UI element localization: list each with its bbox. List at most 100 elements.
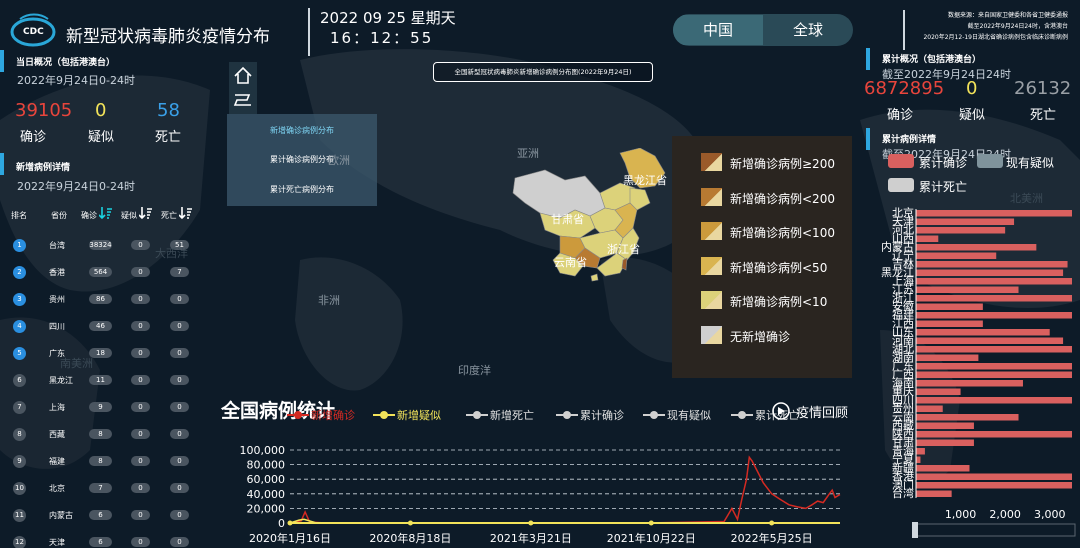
bar[interactable]	[916, 388, 961, 396]
menu-new-confirmed[interactable]: 新增确诊病例分布	[270, 125, 334, 136]
row-province: 黑龙江	[49, 376, 73, 385]
bar[interactable]	[916, 448, 925, 455]
x-tick-label: 2021年3月21日	[490, 531, 572, 545]
row-province: 四川	[49, 322, 65, 331]
legend-line-icon[interactable]	[287, 410, 309, 420]
rank-badge: 4	[13, 320, 26, 333]
bar[interactable]	[916, 261, 1068, 268]
legend-cum-death[interactable]: 累计死亡	[919, 178, 967, 195]
bar[interactable]	[916, 380, 1023, 387]
bar[interactable]	[916, 346, 1072, 353]
cum-death-label: 死亡	[1030, 108, 1057, 123]
legend-cum-confirmed[interactable]: 累计确诊	[919, 154, 967, 171]
col-suspected[interactable]: 疑似	[121, 210, 137, 221]
bar[interactable]	[916, 439, 974, 447]
source-line: 数据来源：来自国家卫健委和各省卫健委通报	[947, 12, 1068, 19]
bar[interactable]	[916, 303, 983, 311]
legend-line-icon[interactable]	[373, 410, 395, 420]
y-tick-label: 20,000	[247, 502, 286, 515]
bar[interactable]	[916, 473, 1072, 481]
replay-button[interactable]: 疫情回顾	[796, 402, 848, 421]
legend-swatch[interactable]	[701, 325, 722, 344]
bar[interactable]	[916, 252, 997, 260]
legend-swatch[interactable]	[977, 154, 1003, 168]
legend-swatch[interactable]	[701, 153, 722, 171]
legend-label[interactable]: 新增确诊病例<200	[730, 190, 835, 207]
axis-marker	[648, 520, 654, 526]
bar[interactable]	[916, 295, 1072, 302]
legend-line-icon[interactable]	[731, 410, 753, 420]
bar[interactable]	[916, 269, 1064, 277]
legend-label[interactable]: 新增确诊病例<100	[730, 224, 835, 241]
province-label: 甘肃省	[551, 213, 584, 226]
legend-suspected[interactable]: 现有疑似	[1006, 154, 1054, 171]
china-map[interactable]	[505, 148, 675, 283]
legend-label[interactable]: 新增确诊病例≥200	[730, 155, 835, 172]
legend-swatch[interactable]	[701, 222, 722, 240]
legend-line-icon[interactable]	[466, 410, 488, 420]
bar[interactable]	[916, 490, 952, 498]
bar[interactable]	[916, 286, 1019, 294]
legend-line-icon[interactable]	[556, 410, 578, 420]
row-death: 0	[170, 402, 189, 412]
bar[interactable]	[916, 363, 1072, 370]
rank-badge: 6	[13, 374, 26, 387]
replay-icon[interactable]	[771, 401, 791, 421]
legend-line-icon[interactable]	[643, 410, 665, 420]
bar[interactable]	[916, 218, 1015, 226]
bar[interactable]	[916, 465, 970, 472]
bar[interactable]	[916, 244, 1037, 251]
legend-swatch[interactable]	[701, 291, 722, 309]
bar[interactable]	[916, 227, 1006, 234]
col-confirmed[interactable]: 确诊	[81, 210, 97, 221]
col-death[interactable]: 死亡	[161, 210, 177, 221]
bar[interactable]	[916, 371, 1072, 379]
legend-label[interactable]: 新增确诊病例<50	[730, 259, 827, 276]
bar[interactable]	[916, 482, 1072, 489]
menu-cum-confirmed[interactable]: 累计确诊病例分布	[270, 154, 334, 165]
home-button[interactable]	[229, 62, 257, 90]
zoom-slider[interactable]	[914, 523, 1076, 537]
row-confirmed: 7	[89, 483, 112, 493]
sort-desc-icon[interactable]	[99, 206, 113, 220]
legend-label[interactable]: 新增死亡	[490, 407, 534, 423]
sort-icon[interactable]	[139, 206, 153, 220]
bar[interactable]	[916, 397, 1072, 404]
bar[interactable]	[916, 414, 1019, 421]
legend-label[interactable]: 现有疑似	[667, 407, 711, 423]
row-suspected: 0	[131, 483, 150, 493]
map-title: 全国新型冠状病毒肺炎新增确诊病例分布图(2022年9月24日)	[433, 62, 653, 82]
legend-label[interactable]: 累计确诊	[580, 407, 624, 423]
row-suspected: 0	[131, 348, 150, 358]
bar[interactable]	[916, 405, 943, 413]
legend-label[interactable]: 新增疑似	[397, 407, 441, 423]
bar[interactable]	[916, 312, 1072, 319]
section-accent	[0, 50, 4, 72]
legend-swatch[interactable]	[701, 187, 722, 206]
menu-cum-death[interactable]: 累计死亡病例分布	[270, 184, 334, 195]
bar[interactable]	[916, 329, 1050, 336]
bar[interactable]	[916, 278, 1072, 285]
legend-swatch[interactable]	[701, 256, 722, 275]
layer-button[interactable]	[229, 88, 257, 114]
legend-swatch[interactable]	[888, 178, 914, 192]
bar[interactable]	[916, 235, 939, 243]
row-confirmed: 38324	[89, 240, 112, 250]
bar[interactable]	[916, 320, 983, 328]
map-layer-menu: 新增确诊病例分布 累计确诊病例分布 累计死亡病例分布	[227, 114, 377, 206]
bar[interactable]	[916, 422, 974, 430]
tab-global[interactable]: 全球	[763, 15, 853, 45]
tab-china[interactable]: 中国	[673, 15, 763, 45]
bar[interactable]	[916, 337, 1064, 345]
legend-label[interactable]: 新增确诊病例<10	[730, 293, 827, 310]
legend-label[interactable]: 新增确诊	[311, 407, 355, 423]
bar[interactable]	[916, 431, 1072, 438]
bar[interactable]	[916, 354, 979, 362]
bar[interactable]	[916, 456, 921, 464]
zoom-handle[interactable]	[912, 522, 918, 538]
axis-marker	[287, 520, 293, 526]
bar[interactable]	[916, 210, 1072, 217]
sort-icon[interactable]	[179, 206, 193, 220]
legend-swatch[interactable]	[888, 154, 914, 168]
legend-label[interactable]: 无新增确诊	[730, 328, 790, 345]
